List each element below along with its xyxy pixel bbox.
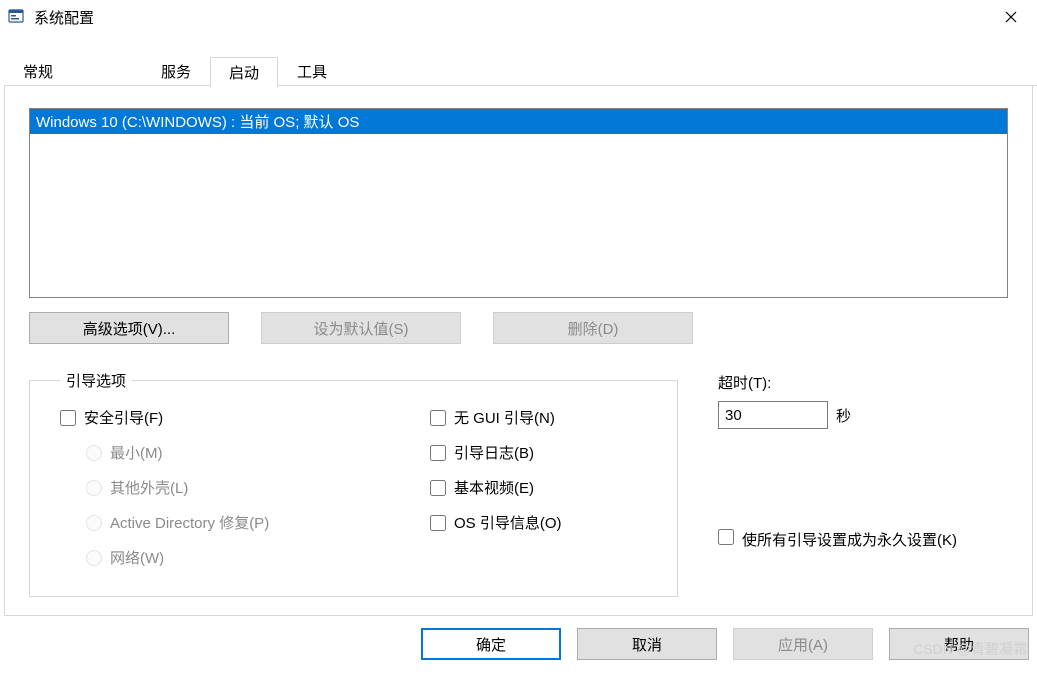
help-button[interactable]: 帮助 bbox=[889, 628, 1029, 660]
os-boot-info-checkbox[interactable]: OS 引导信息(O) bbox=[430, 512, 562, 533]
base-video-checkbox[interactable]: 基本视频(E) bbox=[430, 477, 562, 498]
boot-entry[interactable]: Windows 10 (C:\WINDOWS) : 当前 OS; 默认 OS bbox=[30, 109, 1007, 134]
dialog-button-row: 确定 取消 应用(A) 帮助 bbox=[0, 628, 1029, 660]
set-default-button: 设为默认值(S) bbox=[261, 312, 461, 344]
timeout-panel: 超时(T): 秒 使所有引导设置成为永久设置(K) bbox=[718, 370, 1008, 550]
ok-button[interactable]: 确定 bbox=[421, 628, 561, 660]
safe-boot-input[interactable] bbox=[60, 410, 76, 426]
tab-startup[interactable]: 启动 bbox=[210, 57, 278, 87]
boot-entries-listbox[interactable]: Windows 10 (C:\WINDOWS) : 当前 OS; 默认 OS bbox=[29, 108, 1008, 298]
safe-boot-adrepair-radio: Active Directory 修复(P) bbox=[86, 512, 370, 533]
boot-log-checkbox[interactable]: 引导日志(B) bbox=[430, 442, 562, 463]
advanced-options-button[interactable]: 高级选项(V)... bbox=[29, 312, 229, 344]
title-bar: 系统配置 bbox=[0, 0, 1037, 34]
safe-boot-checkbox[interactable]: 安全引导(F) bbox=[60, 407, 370, 428]
tab-services[interactable]: 服务 bbox=[142, 56, 210, 86]
safe-boot-minimal-radio: 最小(M) bbox=[86, 442, 370, 463]
boot-options-legend: 引导选项 bbox=[60, 370, 132, 391]
tab-general[interactable]: 常规 bbox=[4, 56, 72, 86]
cancel-button[interactable]: 取消 bbox=[577, 628, 717, 660]
tab-tools[interactable]: 工具 bbox=[278, 56, 346, 86]
timeout-unit: 秒 bbox=[836, 405, 851, 426]
close-button[interactable] bbox=[989, 2, 1033, 32]
tab-content: Windows 10 (C:\WINDOWS) : 当前 OS; 默认 OS 高… bbox=[4, 86, 1033, 616]
safe-boot-altshell-radio: 其他外壳(L) bbox=[86, 477, 370, 498]
timeout-input[interactable] bbox=[718, 401, 828, 429]
make-permanent-checkbox[interactable]: 使所有引导设置成为永久设置(K) bbox=[718, 529, 1008, 550]
msconfig-icon bbox=[8, 8, 26, 26]
delete-button: 删除(D) bbox=[493, 312, 693, 344]
safe-boot-network-radio: 网络(W) bbox=[86, 547, 370, 568]
tab-strip: 常规 服务 启动 工具 bbox=[4, 56, 1037, 86]
boot-options-group: 引导选项 安全引导(F) 最小(M) 其他外壳(L) bbox=[29, 370, 678, 597]
close-icon bbox=[1005, 11, 1017, 23]
window-title: 系统配置 bbox=[34, 7, 94, 28]
no-gui-boot-checkbox[interactable]: 无 GUI 引导(N) bbox=[430, 407, 562, 428]
apply-button: 应用(A) bbox=[733, 628, 873, 660]
timeout-label: 超时(T): bbox=[718, 372, 1008, 393]
